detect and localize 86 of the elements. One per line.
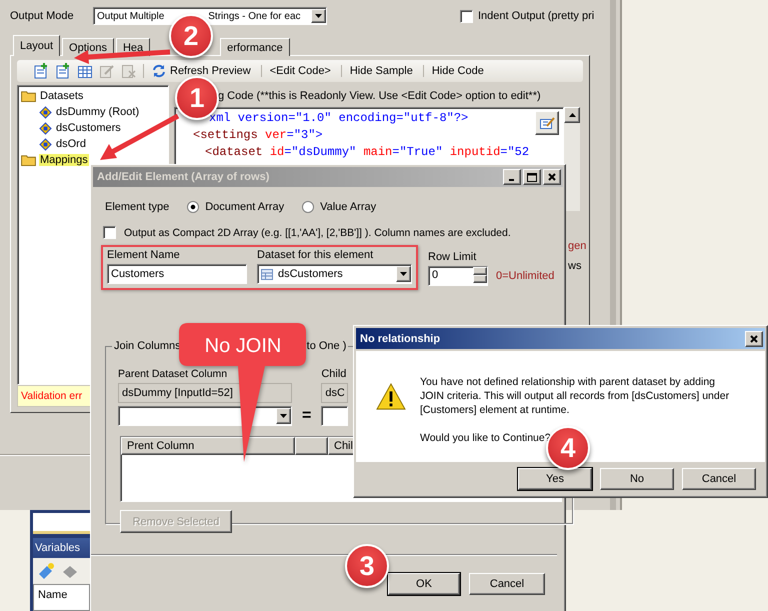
compact-array-checkbox[interactable]: [103, 226, 116, 239]
row-limit-spinner[interactable]: 0: [428, 266, 488, 286]
dialog-button[interactable]: OK: [388, 573, 460, 595]
minimize-button[interactable]: [503, 169, 521, 185]
dataset-label: Dataset for this element: [257, 249, 374, 261]
add-document-icon[interactable]: [55, 63, 71, 79]
panel-title: Variables: [35, 542, 80, 554]
dataset-select[interactable]: dsCustomers: [257, 264, 412, 284]
dialog-button[interactable]: Cancel: [469, 573, 545, 595]
maximize-button[interactable]: [523, 169, 541, 185]
side-note: gen: [568, 240, 586, 252]
caret-icon: [280, 414, 287, 418]
close-button[interactable]: [543, 169, 561, 185]
callout-text: No JOIN: [204, 335, 282, 357]
table-icon: [261, 268, 273, 280]
table-icon[interactable]: [77, 63, 93, 79]
tree-item[interactable]: Mappings: [39, 154, 89, 166]
folder-icon: [21, 154, 36, 166]
tree-item[interactable]: dsDummy (Root): [55, 106, 140, 118]
dialog-button[interactable]: Cancel: [682, 468, 756, 490]
child-column-label: Child: [321, 368, 348, 380]
tree-item[interactable]: Datasets: [39, 90, 84, 102]
tree-item[interactable]: dsOrd: [55, 138, 87, 150]
dialog-button[interactable]: No: [600, 468, 674, 490]
select-value: Output Multiple: [97, 10, 164, 22]
dataset-icon: [39, 138, 52, 150]
child-column-field[interactable]: [321, 406, 348, 426]
spinner-value: 0: [431, 268, 440, 283]
maximize-icon: [527, 172, 537, 182]
scrollbar[interactable]: [564, 107, 580, 211]
compact-array-label: Output as Compact 2D Array (e.g. [[1,'AA'], [2,'BB']] ). Column names are excluded.: [124, 226, 511, 238]
scroll-up-icon: [568, 113, 576, 117]
equals-sign: =: [302, 407, 312, 425]
row-limit-label: Row Limit: [428, 251, 478, 263]
warning-icon: [376, 383, 406, 411]
column-header: Name: [38, 589, 68, 601]
code-caption: g Code (**this is Readonly View. Use <Edit Code> option to edit**): [218, 90, 541, 102]
dialog-button[interactable]: Yes: [518, 468, 592, 490]
tab[interactable]: erformance: [220, 38, 290, 56]
dialog-title: No relationship: [360, 332, 440, 344]
radio-button[interactable]: [187, 201, 200, 213]
close-icon: [750, 334, 758, 342]
radio-label: Value Array: [320, 201, 376, 213]
child-dataset-field[interactable]: dsC: [321, 383, 348, 403]
output-mode-label: Output Mode: [10, 10, 75, 22]
refresh-icon: [152, 64, 166, 78]
message-line: JOIN criteria. This will output all records from [dsCustomers] under: [420, 389, 730, 403]
row-limit-hint: 0=Unlimited: [496, 270, 554, 282]
message-line: [Customers] element at runtime.: [420, 403, 570, 417]
dataset-icon: [39, 106, 52, 118]
indent-output-label: Indent Output (pretty pri: [478, 10, 594, 22]
element-type-label: Element type: [105, 201, 170, 213]
indent-output-checkbox[interactable]: [460, 10, 473, 22]
caret-icon: [400, 272, 407, 276]
edit-icon: [539, 115, 555, 131]
add-variable-icon[interactable]: [37, 562, 55, 580]
folder-icon: [21, 90, 36, 102]
radio-label: Document Array: [205, 201, 284, 213]
code-line: <dataset id="dsDummy" main="True" inputid="52: [204, 144, 530, 161]
tree-item[interactable]: dsCustomers: [55, 122, 122, 134]
toolbar-button[interactable]: Hide Code: [422, 65, 488, 77]
parent-column-select[interactable]: [118, 406, 292, 426]
tab[interactable]: Layout: [13, 35, 60, 56]
caret-icon: [315, 14, 322, 18]
edit-code-button[interactable]: [535, 111, 559, 135]
dialog-title: Add/Edit Element (Array of rows): [97, 171, 270, 183]
column-header: Prent Column: [121, 437, 295, 455]
select-value: dsCustomers: [278, 268, 343, 280]
side-note: ws: [568, 260, 582, 272]
tab[interactable]: Options: [62, 38, 114, 56]
element-name-field[interactable]: Customers: [107, 264, 247, 284]
code-line: <settings ver="3">: [192, 127, 323, 144]
dataset-icon: [39, 122, 52, 134]
toolbar-button[interactable]: Hide Sample: [340, 65, 417, 77]
toolbar-button[interactable]: <Edit Code>: [260, 65, 335, 77]
group-title: to One ): [306, 340, 346, 352]
parent-column-label: Parent Dataset Column: [118, 368, 228, 380]
close-icon: [548, 173, 556, 181]
validation-message: Validation err: [21, 390, 82, 402]
element-name-label: Element Name: [107, 249, 181, 261]
group-title: Join Columns: [114, 340, 181, 352]
close-button[interactable]: [745, 330, 763, 346]
add-document-icon[interactable]: [33, 63, 49, 79]
output-mode-select[interactable]: Output Multiple Strings - One for eac: [93, 7, 327, 25]
radio-button[interactable]: [302, 201, 314, 213]
message-line: You have not defined relationship with parent dataset by adding: [420, 375, 716, 389]
